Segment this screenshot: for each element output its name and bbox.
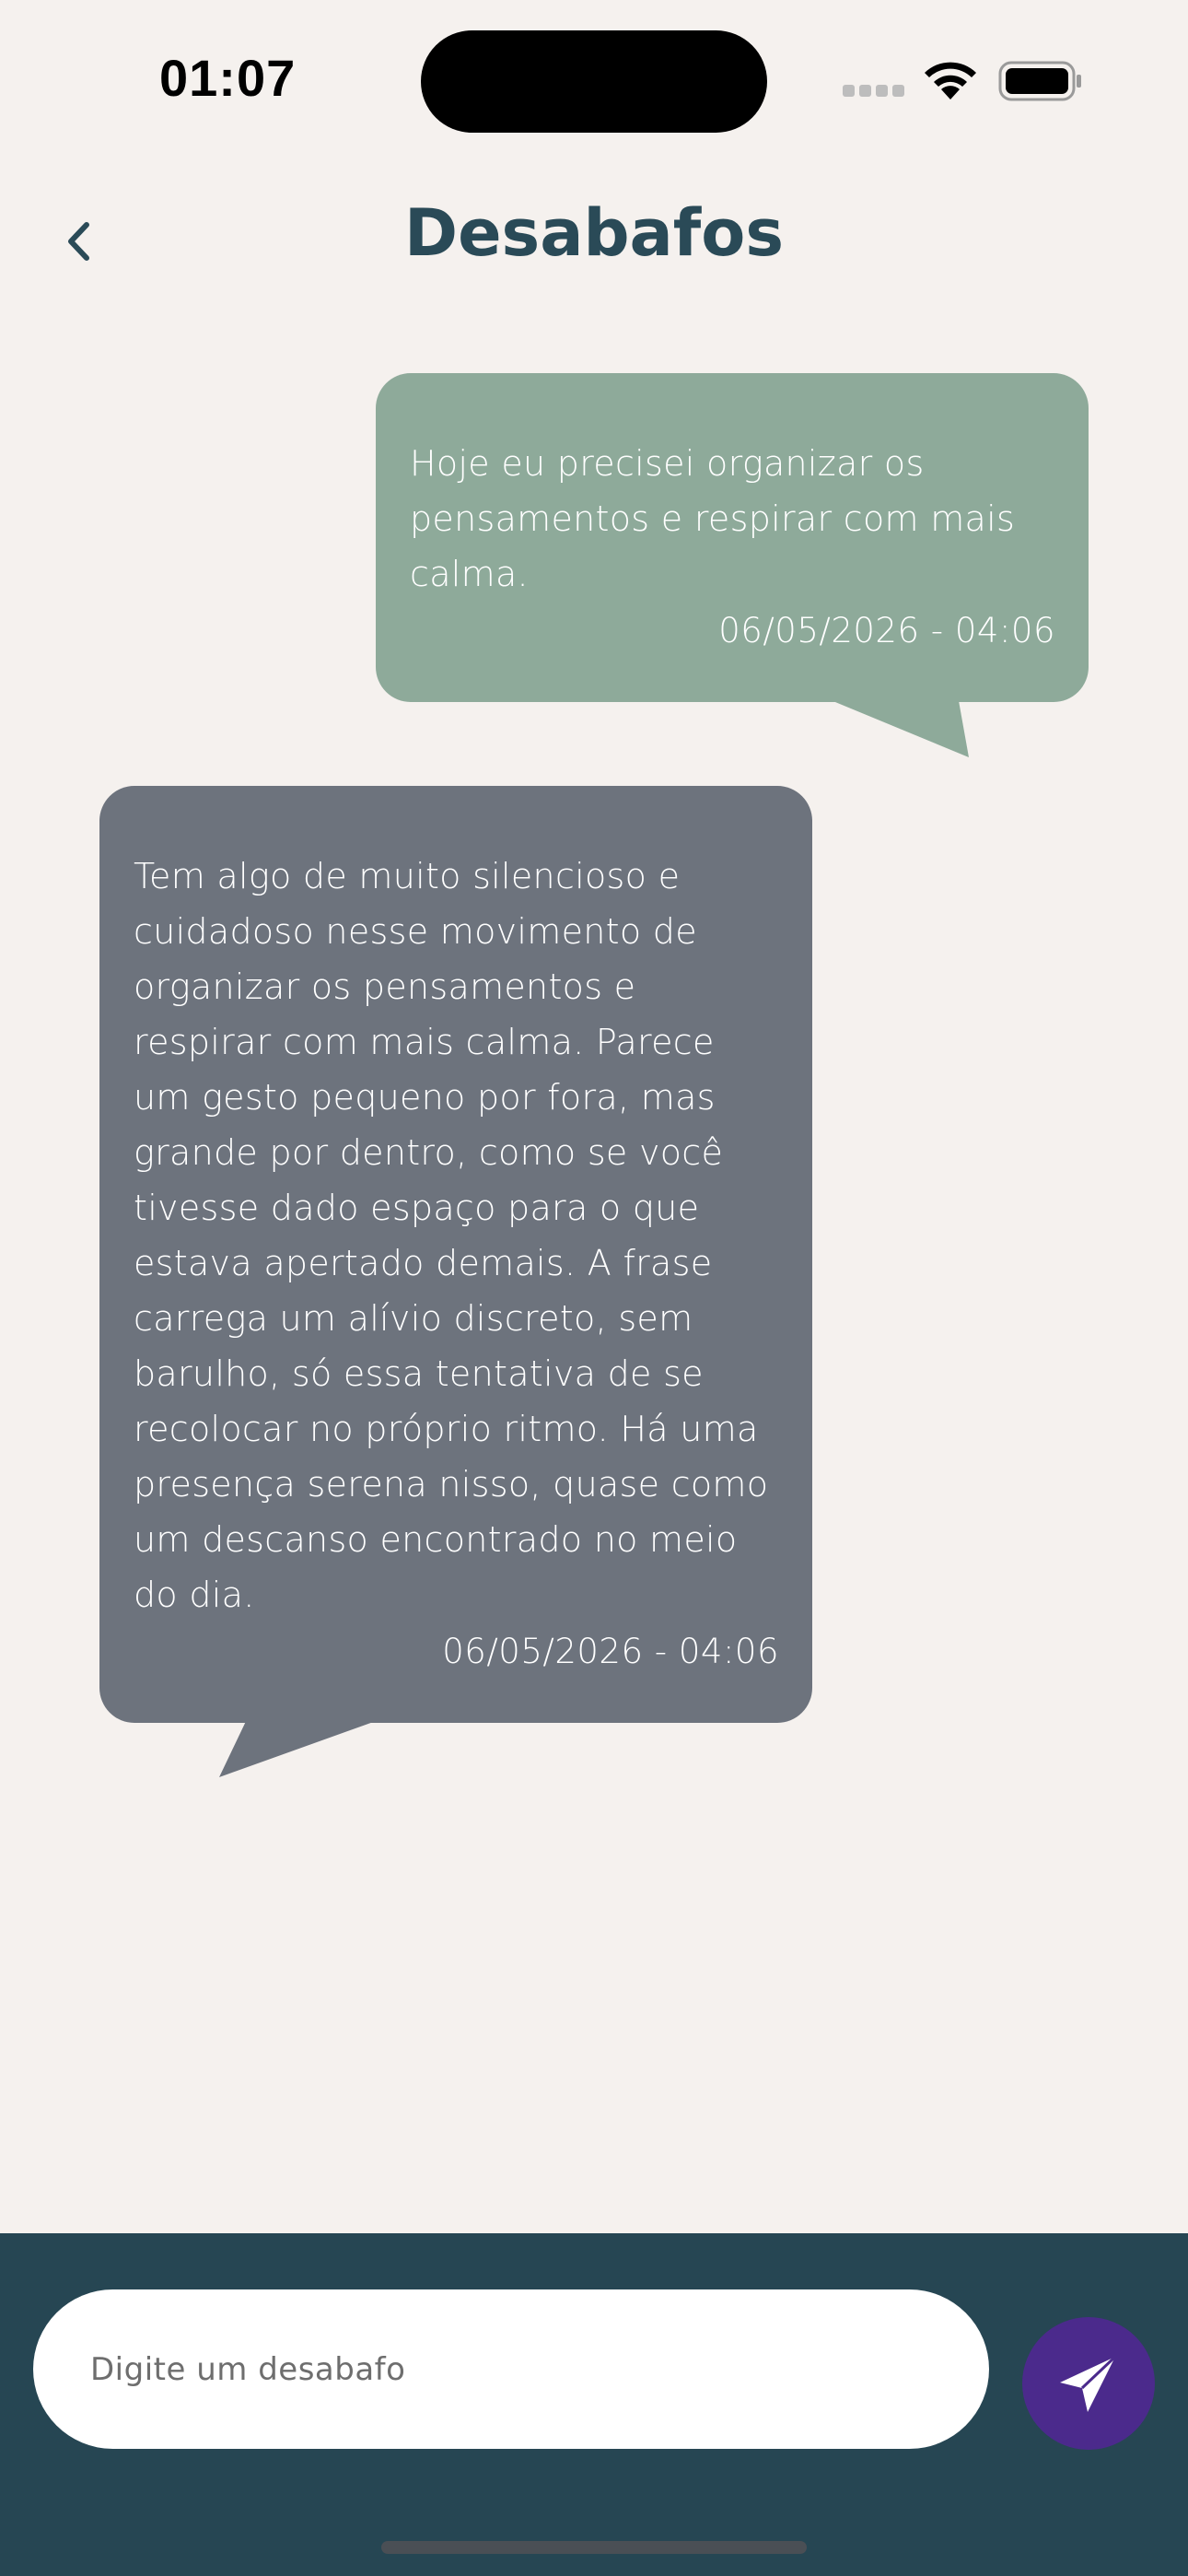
- message-text: Hoje eu precisei organizar os pensamento…: [410, 443, 1016, 594]
- send-button[interactable]: [1022, 2317, 1155, 2450]
- status-time: 01:07: [159, 49, 297, 107]
- message-input[interactable]: [33, 2289, 989, 2449]
- status-bar: 01:07: [0, 0, 1188, 157]
- reply-bubble-tail: [219, 1715, 391, 1777]
- message-bubble-user: Hoje eu precisei organizar os pensamento…: [376, 373, 1089, 702]
- message-bubble-reply: Tem algo de muito silencioso e cuidadoso…: [99, 786, 812, 1723]
- send-icon: [1060, 2355, 1117, 2412]
- page-title: Desabafos: [403, 195, 785, 271]
- dynamic-island: [421, 30, 767, 133]
- user-bubble-tail: [820, 696, 969, 757]
- wifi-icon: [925, 62, 976, 100]
- message-timestamp: 06/05/2026 - 04:06: [442, 1632, 779, 1671]
- home-indicator: [381, 2541, 807, 2554]
- message-text: Tem algo de muito silencioso e cuidadoso…: [134, 856, 769, 1615]
- cellular-signal-icon: [843, 85, 905, 98]
- battery-icon: [998, 61, 1081, 101]
- message-timestamp: 06/05/2026 - 04:06: [718, 611, 1055, 650]
